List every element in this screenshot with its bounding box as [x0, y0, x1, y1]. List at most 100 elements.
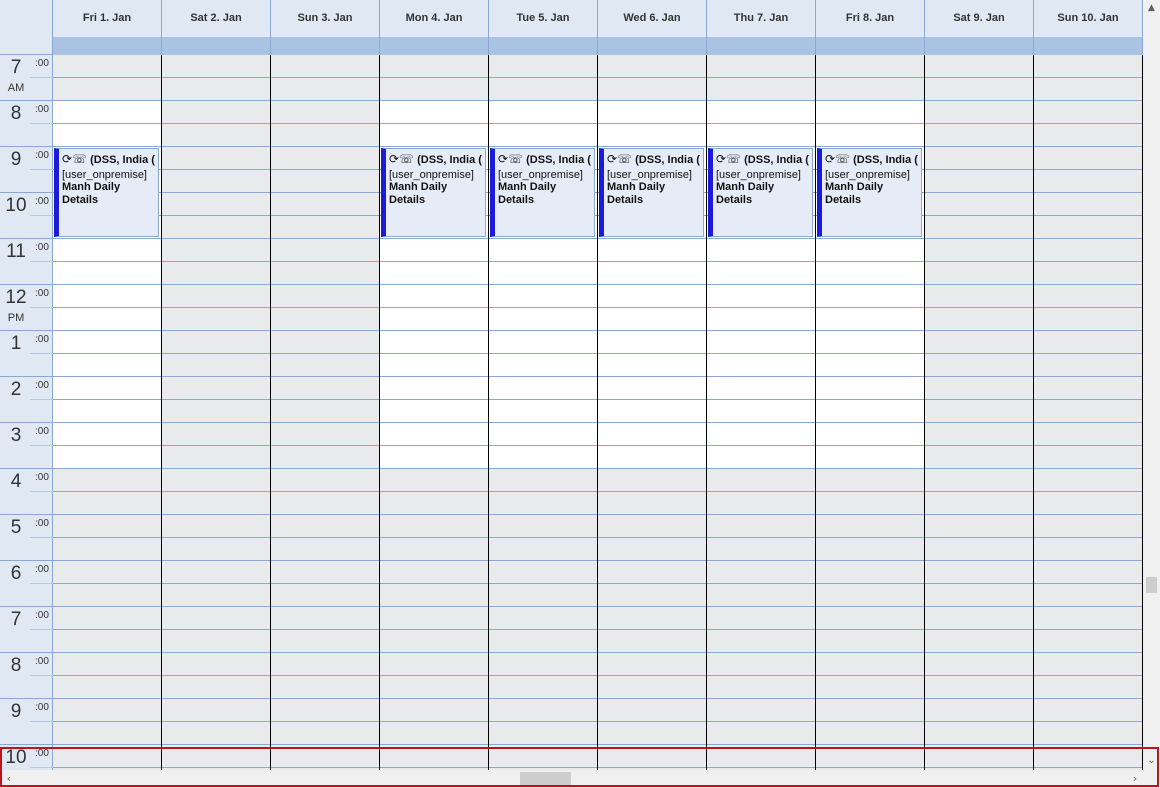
hour-number: 7	[10, 57, 22, 78]
appointment-subject: Manh Daily Details	[825, 181, 884, 206]
hour-number: 8	[10, 103, 22, 124]
recurring-meeting-icon: ⟳☏	[716, 152, 742, 166]
hour-minutes: :00	[35, 242, 49, 253]
hour-label: 3:00	[0, 423, 53, 469]
hour-minutes: :00	[35, 748, 49, 759]
hour-label: 1:00	[0, 331, 53, 377]
hour-number: 1	[10, 333, 22, 354]
all-day-cell[interactable]	[271, 37, 380, 55]
day-header[interactable]: Sat 9. Jan	[925, 0, 1034, 37]
half-hour-divider	[30, 675, 53, 676]
day-header[interactable]: Thu 7. Jan	[707, 0, 816, 37]
all-day-cell[interactable]	[53, 37, 162, 55]
day-header[interactable]: Fri 8. Jan	[816, 0, 925, 37]
hour-label: 11:00	[0, 239, 53, 285]
half-hour-divider	[30, 537, 53, 538]
appointment-organizer: [user_onpremise]	[389, 169, 474, 181]
hour-number: 2	[10, 379, 22, 400]
time-gutter: 7:00 AM 8:00 9:00 10:00 11:00 12:00 PM 1:00 2:00 3…	[0, 55, 53, 770]
hour-ampm: PM	[7, 312, 25, 324]
half-hour-divider	[30, 215, 53, 216]
hour-minutes: :00	[35, 702, 49, 713]
vertical-scrollbar[interactable]: ▲ ⌄	[1143, 0, 1160, 770]
half-hour-divider	[30, 399, 53, 400]
appointment[interactable]: ⟳☏ (DSS, India ( [user_onpremise] Manh Dai…	[708, 148, 813, 237]
appointment-location: (DSS, India (	[90, 154, 155, 166]
hour-minutes: :00	[35, 564, 49, 575]
half-hour-divider	[30, 445, 53, 446]
day-column[interactable]	[925, 55, 1034, 770]
hour-label: 2 :00	[0, 377, 53, 423]
hour-label: 7:00 AM	[0, 55, 53, 101]
half-hour-divider	[30, 307, 53, 308]
hour-minutes: :00	[35, 196, 49, 207]
half-hour-divider	[30, 721, 53, 722]
horizontal-scrollbar[interactable]: ‹ ›	[0, 770, 1160, 788]
chevron-right-icon[interactable]: ›	[1128, 770, 1142, 788]
hour-label: 6:00	[0, 561, 53, 607]
day-column[interactable]	[1034, 55, 1143, 770]
appointment[interactable]: ⟳☏ (DSS, India ([user_onpremise] Manh Dai…	[381, 148, 486, 237]
appointment-header: ⟳☏ (DSS, India (	[825, 152, 919, 167]
appointment-organizer: [user_onpremise]	[607, 169, 692, 181]
appointment-location: (DSS, India (	[526, 154, 591, 166]
chevron-down-icon[interactable]: ⌄	[1143, 752, 1160, 770]
half-hour-divider	[30, 353, 53, 354]
chevron-up-icon[interactable]: ▲	[1143, 0, 1160, 17]
appointment[interactable]: ⟳☏ (DSS, India ([user_onpremise] Manh Dai…	[817, 148, 922, 237]
appointment-subject: Manh Daily Details	[716, 181, 775, 206]
horizontal-scroll-thumb[interactable]	[520, 772, 571, 785]
recurring-meeting-icon: ⟳☏	[62, 152, 88, 166]
hour-minutes: :00	[35, 518, 49, 529]
hour-number: 7	[10, 609, 22, 630]
hour-label: 9:00	[0, 699, 53, 745]
recurring-meeting-icon: ⟳☏	[607, 152, 633, 166]
appointment-organizer: [user_onpremise]	[716, 169, 801, 181]
hour-minutes: :00	[35, 150, 49, 161]
half-hour-divider	[30, 767, 53, 768]
appointment-location: (DSS, India (	[853, 154, 918, 166]
hour-number: 8	[10, 655, 22, 676]
all-day-cell[interactable]	[489, 37, 598, 55]
day-header[interactable]: Sun 10. Jan	[1034, 0, 1143, 37]
recurring-meeting-icon: ⟳☏	[498, 152, 524, 166]
hour-minutes: :00	[35, 58, 49, 69]
hour-label: 10:00	[0, 745, 53, 770]
day-header[interactable]: Mon 4. Jan	[380, 0, 489, 37]
day-column[interactable]	[162, 55, 271, 770]
half-hour-divider	[30, 583, 53, 584]
appointment[interactable]: ⟳☏ (DSS, India ([user_onpremise] Manh Dai…	[490, 148, 595, 237]
all-day-cell[interactable]	[162, 37, 271, 55]
day-column[interactable]	[271, 55, 380, 770]
all-day-cell[interactable]	[925, 37, 1034, 55]
hour-label: 8:00	[0, 101, 53, 147]
hour-minutes: :00	[35, 380, 49, 391]
all-day-cell[interactable]	[598, 37, 707, 55]
appointment-location: (DSS, India (	[635, 154, 700, 166]
all-day-cell[interactable]	[707, 37, 816, 55]
hour-minutes: :00	[35, 610, 49, 621]
half-hour-divider	[30, 261, 53, 262]
hour-label: 10:00	[0, 193, 53, 239]
all-day-cell[interactable]	[380, 37, 489, 55]
appointment[interactable]: ⟳☏ (DSS, India ([user_onpremise] Manh Dai…	[54, 148, 159, 237]
vertical-scroll-thumb[interactable]	[1146, 577, 1157, 593]
appointment-subject: Manh Daily Details	[389, 181, 448, 206]
day-header[interactable]: Sun 3. Jan	[271, 0, 380, 37]
day-header[interactable]: Wed 6. Jan	[598, 0, 707, 37]
calendar-view: Fri 1. Jan Sat 2. Jan Sun 3. Jan Mon 4. Jan…	[0, 0, 1143, 770]
hour-label: 9:00	[0, 147, 53, 193]
hour-number: 4	[10, 471, 22, 492]
day-header[interactable]: Sat 2. Jan	[162, 0, 271, 37]
hour-label: 4:00	[0, 469, 53, 515]
appointment-header: ⟳☏ (DSS, India (	[716, 152, 810, 167]
hour-number: 3	[10, 425, 22, 446]
hour-minutes: :00	[35, 288, 49, 299]
day-header[interactable]: Fri 1. Jan	[53, 0, 162, 37]
day-header[interactable]: Tue 5. Jan	[489, 0, 598, 37]
chevron-left-icon[interactable]: ‹	[2, 770, 16, 788]
all-day-cell[interactable]	[816, 37, 925, 55]
appointment[interactable]: ⟳☏ (DSS, India ([user_onpremise] Manh Dai…	[599, 148, 704, 237]
all-day-cell[interactable]	[1034, 37, 1143, 55]
hour-label: 5:00	[0, 515, 53, 561]
